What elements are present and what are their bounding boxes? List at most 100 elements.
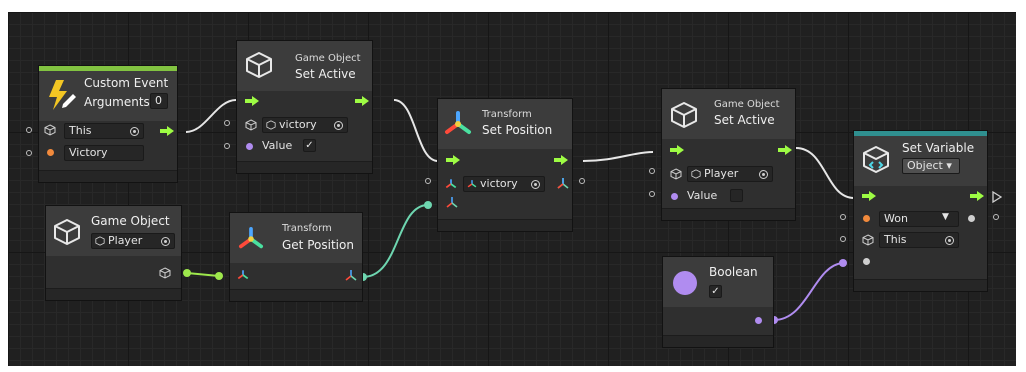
value-output-dot — [968, 215, 975, 222]
node-title: Get Position — [282, 238, 354, 252]
wire-end-dot — [424, 201, 432, 209]
flow-out-arrow[interactable] — [554, 155, 568, 165]
flow-in-arrow[interactable] — [862, 191, 876, 201]
boolean-port-dot — [671, 193, 678, 200]
node-body — [230, 263, 362, 292]
vector3-output-icon — [345, 270, 357, 281]
chevron-down-icon[interactable]: ▼ — [942, 212, 949, 222]
node-title: Set Variable — [902, 141, 975, 155]
custom-event-node[interactable]: Custom Event Arguments 0 This Victory — [38, 65, 178, 183]
node-title: Boolean — [709, 265, 758, 279]
flow-wire-setactive-to-setposition — [393, 99, 439, 162]
value-checkbox[interactable]: ✓ — [303, 139, 316, 152]
name-input-port[interactable] — [26, 150, 32, 156]
flow-wire-setposition-to-setactive — [582, 151, 654, 162]
target-value: This — [69, 124, 92, 137]
node-footer — [230, 289, 362, 301]
transform-axes-icon — [445, 111, 471, 134]
transform-icon — [467, 180, 477, 188]
flow-out-arrow[interactable] — [160, 126, 174, 136]
node-subtitle: Transform — [482, 109, 532, 120]
vector3-output-icon — [557, 178, 569, 189]
cube-icon — [54, 219, 80, 245]
node-footer — [662, 208, 795, 220]
get-position-node[interactable]: Transform Get Position — [229, 212, 363, 302]
target-input-port[interactable] — [26, 127, 32, 133]
variable-cube-icon — [863, 146, 889, 173]
transform-axes-icon — [445, 179, 457, 189]
target-value: This — [884, 233, 907, 246]
node-title: Custom Event — [84, 76, 169, 90]
target-picker-icon[interactable] — [531, 180, 540, 189]
flow-out-arrow[interactable] — [355, 96, 369, 106]
node-title: Set Active — [714, 113, 775, 127]
cube-icon — [671, 102, 697, 128]
flow-output-triangle-icon[interactable] — [992, 191, 1002, 203]
gameobject-icon — [691, 169, 701, 179]
arguments-label: Arguments — [84, 95, 150, 109]
node-subtitle: Transform — [282, 223, 332, 234]
boolean-checkbox[interactable]: ✓ — [709, 285, 722, 298]
lightning-pencil-icon — [49, 80, 76, 110]
node-title: Set Position — [482, 123, 553, 137]
vector3-input-icon — [446, 197, 458, 208]
target-input-port[interactable] — [840, 236, 846, 242]
flow-out-arrow[interactable] — [778, 145, 792, 155]
set-active-node-2[interactable]: Game Object Set Active Player Value — [661, 88, 796, 221]
target-input-port[interactable] — [224, 120, 230, 126]
target-input-port[interactable] — [425, 178, 431, 184]
event-name-field[interactable]: Victory — [64, 145, 144, 161]
flow-in-arrow[interactable] — [446, 155, 460, 165]
game-object-node[interactable]: Game Object Player — [45, 205, 182, 301]
cube-icon — [44, 124, 56, 136]
wire-end-dot — [183, 269, 191, 277]
node-footer — [438, 219, 572, 231]
variable-name-value: Won — [884, 212, 908, 225]
transform-output-port[interactable] — [579, 178, 585, 184]
target-picker-icon[interactable] — [334, 121, 343, 130]
flow-out-arrow[interactable] — [970, 191, 984, 201]
cube-icon — [862, 234, 874, 246]
graph-canvas[interactable]: Custom Event Arguments 0 This Victory Ga… — [8, 12, 1016, 366]
value-checkbox[interactable] — [730, 189, 743, 202]
target-picker-icon[interactable] — [161, 237, 170, 246]
target-picker-icon[interactable] — [759, 170, 768, 179]
target-picker-icon[interactable] — [945, 236, 954, 245]
value-label: Value — [262, 139, 293, 152]
node-footer — [663, 335, 773, 347]
boolean-wire — [773, 262, 844, 321]
object-wire — [186, 272, 220, 277]
boolean-node[interactable]: Boolean ✓ — [662, 256, 774, 348]
string-port-dot — [863, 215, 870, 222]
value-output-port[interactable] — [993, 214, 999, 220]
set-variable-node[interactable]: Set Variable Object ▾ Won ▼ This — [853, 130, 988, 292]
cube-icon — [245, 119, 257, 131]
set-active-node-1[interactable]: Game Object Set Active victory Value ✓ — [236, 40, 373, 174]
value-label: Value — [687, 189, 718, 202]
set-position-node[interactable]: Transform Set Position victory — [437, 98, 573, 232]
transform-input-icon — [237, 270, 249, 280]
flow-in-arrow[interactable] — [245, 96, 259, 106]
string-port-dot — [47, 149, 54, 156]
target-value: victory — [279, 118, 317, 131]
name-input-port[interactable] — [840, 214, 846, 220]
variable-kind-dropdown[interactable]: Object ▾ — [902, 158, 960, 174]
cube-icon — [246, 52, 272, 78]
node-subtitle: Game Object — [91, 214, 170, 228]
flow-wire-event-to-setactive — [185, 99, 237, 133]
gameobject-value: Player — [108, 234, 143, 247]
value-input-port[interactable] — [649, 191, 655, 197]
wire-end-dot — [215, 272, 223, 280]
transform-axes-icon — [239, 227, 263, 249]
target-picker-icon[interactable] — [130, 127, 139, 136]
arguments-count-field[interactable]: 0 — [150, 93, 168, 109]
value-input-port[interactable] — [224, 143, 230, 149]
node-title: Set Active — [295, 67, 356, 81]
gameobject-icon — [266, 120, 276, 130]
cube-icon — [159, 267, 171, 279]
gameobject-icon — [95, 236, 105, 246]
cube-icon — [670, 168, 682, 180]
target-input-port[interactable] — [649, 168, 655, 174]
target-value: Player — [704, 167, 739, 180]
flow-in-arrow[interactable] — [670, 145, 684, 155]
